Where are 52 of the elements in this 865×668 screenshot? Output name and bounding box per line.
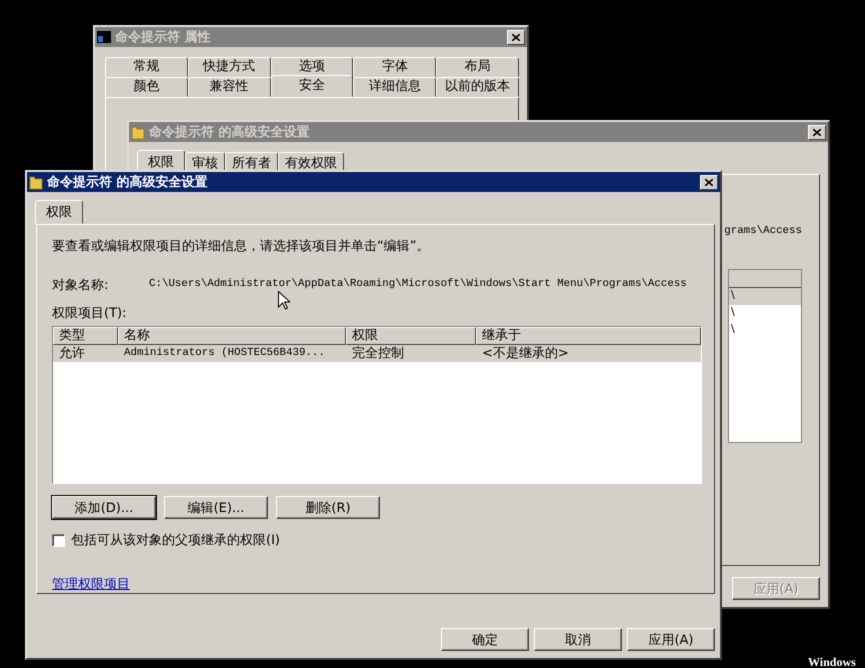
close-button[interactable]	[507, 30, 525, 44]
list-cell-text: Administrators (HOSTEC56B439...	[123, 346, 326, 361]
tab[interactable]: 权限	[35, 200, 83, 224]
tab[interactable]: 颜色	[105, 77, 188, 97]
tab[interactable]: 常规	[105, 57, 188, 77]
window-title: 命令提示符 的高级安全设置	[149, 124, 311, 141]
close-icon	[705, 178, 713, 186]
checkbox-label: 包括可从该对象的父项继承的权限(I)	[71, 532, 280, 549]
tab[interactable]: 兼容性	[188, 77, 271, 97]
list-row[interactable]: \	[729, 305, 801, 322]
tab[interactable]: 快捷方式	[188, 57, 271, 77]
list-row[interactable]: 允许 Administrators (HOSTEC56B439... 完全控制 <不是继承的>	[53, 345, 701, 362]
instruction-text: 要查看或编辑权限项目的详细信息，请选择该项目并单击“编辑”。	[52, 238, 430, 255]
list-cell-text: 完全控制	[351, 345, 405, 362]
object-path: grams\Access	[724, 225, 802, 237]
folder-icon	[29, 174, 43, 190]
close-icon	[813, 128, 821, 136]
list-cell-text: 允许	[58, 345, 86, 362]
tab[interactable]: 以前的版本	[436, 77, 519, 97]
dialog-button[interactable]: 确定	[441, 628, 529, 651]
checkbox[interactable]	[52, 534, 65, 546]
object-name-label: 对象名称:	[52, 277, 110, 294]
action-button[interactable]: 添加(D)...	[52, 496, 156, 519]
close-icon	[512, 34, 520, 40]
tab[interactable]: 布局	[436, 57, 519, 77]
desktop-text: Windows	[808, 655, 856, 668]
column-header[interactable]: 权限	[346, 327, 476, 345]
tab[interactable]: 字体	[353, 57, 436, 77]
tab[interactable]: 选项	[270, 57, 354, 77]
column-header[interactable]: 名称	[118, 327, 346, 345]
window-title: 命令提示符 的高级安全设置	[47, 174, 209, 191]
list-cell-text: <不是继承的>	[481, 345, 570, 362]
action-button[interactable]: 删除(R)	[276, 496, 380, 519]
list-row[interactable]: \	[729, 288, 801, 305]
tab[interactable]: 详细信息	[353, 77, 436, 97]
action-button[interactable]: 编辑(E)...	[164, 496, 268, 519]
close-button[interactable]	[700, 174, 718, 190]
manage-permissions-link[interactable]: 管理权限项目	[52, 575, 130, 593]
dialog-button[interactable]: 取消	[534, 628, 622, 651]
window-title: 命令提示符 属性	[115, 29, 212, 46]
column-header[interactable]: 继承于	[476, 327, 701, 345]
object-path: C:\Users\Administrator\AppData\Roaming\Microsoft\Windows\Start Menu\Programs\Access	[149, 277, 687, 292]
tab[interactable]: 安全	[270, 75, 354, 97]
folder-icon	[131, 124, 145, 140]
cursor-icon	[278, 291, 290, 310]
list-row[interactable]: \	[729, 322, 801, 339]
list-label: 权限项目(T):	[52, 305, 126, 322]
dialog-button[interactable]: 应用(A)	[627, 628, 715, 651]
column-header[interactable]: 类型	[53, 327, 118, 345]
list-header	[729, 270, 801, 288]
close-button[interactable]	[808, 124, 826, 140]
console-icon	[97, 30, 111, 44]
